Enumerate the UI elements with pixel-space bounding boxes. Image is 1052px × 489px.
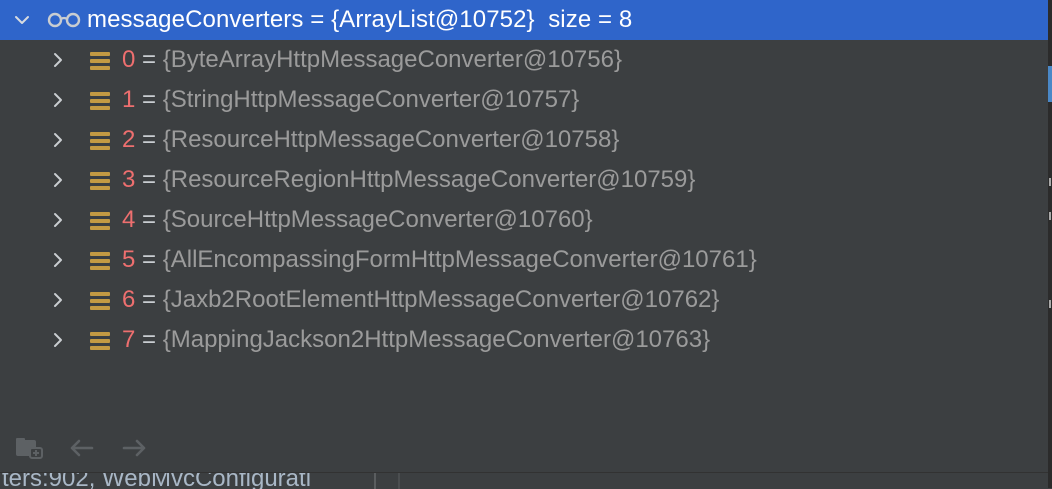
gutter-marker [1048, 66, 1052, 102]
item-value: {StringHttpMessageConverter@10757} [162, 86, 580, 113]
item-equals: = [142, 286, 157, 313]
item-equals: = [142, 326, 157, 353]
chevron-right-icon[interactable] [49, 131, 67, 149]
glasses-icon [47, 12, 81, 28]
item-index: 5 [122, 246, 136, 273]
field-icon [90, 52, 110, 70]
variable-row-item[interactable]: 6 = {Jaxb2RootElementHttpMessageConverte… [0, 280, 1048, 320]
variable-row-item[interactable]: 4 = {SourceHttpMessageConverter@10760} [0, 200, 1048, 240]
item-text: 4 = {SourceHttpMessageConverter@10760} [122, 206, 593, 234]
variable-header-text: messageConverters = {ArrayList@10752} si… [87, 6, 632, 34]
item-index: 4 [122, 206, 136, 233]
divider [398, 473, 400, 489]
item-text: 0 = {ByteArrayHttpMessageConverter@10756… [122, 46, 622, 74]
item-text: 7 = {MappingJackson2HttpMessageConverter… [122, 326, 710, 354]
frames-icon[interactable] [14, 436, 46, 460]
item-equals: = [142, 246, 157, 273]
chevron-right-icon[interactable] [49, 91, 67, 109]
variables-panel: messageConverters = {ArrayList@10752} si… [0, 0, 1048, 472]
chevron-right-icon[interactable] [49, 291, 67, 309]
item-equals: = [142, 126, 157, 153]
item-text: 1 = {StringHttpMessageConverter@10757} [122, 86, 579, 114]
variable-row-item[interactable]: 2 = {ResourceHttpMessageConverter@10758} [0, 120, 1048, 160]
chevron-down-icon[interactable] [13, 11, 31, 29]
variable-value: = {ArrayList@10752} [310, 6, 535, 33]
chevron-right-icon[interactable] [49, 331, 67, 349]
field-icon [90, 92, 110, 110]
frames-toolbar [0, 428, 1048, 468]
variable-name: messageConverters [87, 6, 304, 33]
variable-row-item[interactable]: 3 = {ResourceRegionHttpMessageConverter@… [0, 160, 1048, 200]
field-icon [90, 212, 110, 230]
item-index: 3 [122, 166, 136, 193]
field-icon [90, 292, 110, 310]
item-value: {ByteArrayHttpMessageConverter@10756} [162, 46, 622, 73]
gutter-tick [1049, 300, 1051, 308]
item-text: 3 = {ResourceRegionHttpMessageConverter@… [122, 166, 695, 194]
chevron-right-icon[interactable] [49, 211, 67, 229]
item-equals: = [142, 86, 157, 113]
item-index: 7 [122, 326, 136, 353]
item-text: 6 = {Jaxb2RootElementHttpMessageConverte… [122, 286, 719, 314]
current-frame[interactable]: ters:902, WebMvcConfigurati [2, 473, 372, 489]
variable-row-messageConverters[interactable]: messageConverters = {ArrayList@10752} si… [0, 0, 1048, 40]
variable-row-item[interactable]: 1 = {StringHttpMessageConverter@10757} [0, 80, 1048, 120]
variable-size: size = 8 [548, 6, 633, 33]
item-value: {MappingJackson2HttpMessageConverter@107… [162, 326, 711, 353]
item-index: 0 [122, 46, 136, 73]
gutter-tick [1049, 178, 1051, 186]
item-index: 6 [122, 286, 136, 313]
divider [374, 473, 376, 489]
chevron-right-icon[interactable] [49, 251, 67, 269]
field-icon [90, 172, 110, 190]
item-equals: = [142, 206, 157, 233]
field-icon [90, 332, 110, 350]
item-value: {ResourceRegionHttpMessageConverter@1075… [162, 166, 696, 193]
chevron-right-icon[interactable] [49, 171, 67, 189]
gutter-tick [1049, 212, 1051, 220]
field-icon [90, 132, 110, 150]
arrow-right-icon[interactable] [118, 436, 150, 460]
item-text: 5 = {AllEncompassingFormHttpMessageConve… [122, 246, 757, 274]
item-index: 1 [122, 86, 136, 113]
frames-strip: ters:902, WebMvcConfigurati [0, 472, 1048, 489]
item-index: 2 [122, 126, 136, 153]
item-value: {ResourceHttpMessageConverter@10758} [162, 126, 620, 153]
item-value: {SourceHttpMessageConverter@10760} [162, 206, 593, 233]
variable-row-item[interactable]: 0 = {ByteArrayHttpMessageConverter@10756… [0, 40, 1048, 80]
arrow-left-icon[interactable] [66, 436, 98, 460]
item-text: 2 = {ResourceHttpMessageConverter@10758} [122, 126, 619, 154]
item-equals: = [142, 46, 157, 73]
item-equals: = [142, 166, 157, 193]
variable-row-item[interactable]: 5 = {AllEncompassingFormHttpMessageConve… [0, 240, 1048, 280]
field-icon [90, 252, 110, 270]
item-value: {AllEncompassingFormHttpMessageConverter… [162, 246, 757, 273]
chevron-right-icon[interactable] [49, 51, 67, 69]
item-value: {Jaxb2RootElementHttpMessageConverter@10… [162, 286, 720, 313]
variable-row-item[interactable]: 7 = {MappingJackson2HttpMessageConverter… [0, 320, 1048, 360]
